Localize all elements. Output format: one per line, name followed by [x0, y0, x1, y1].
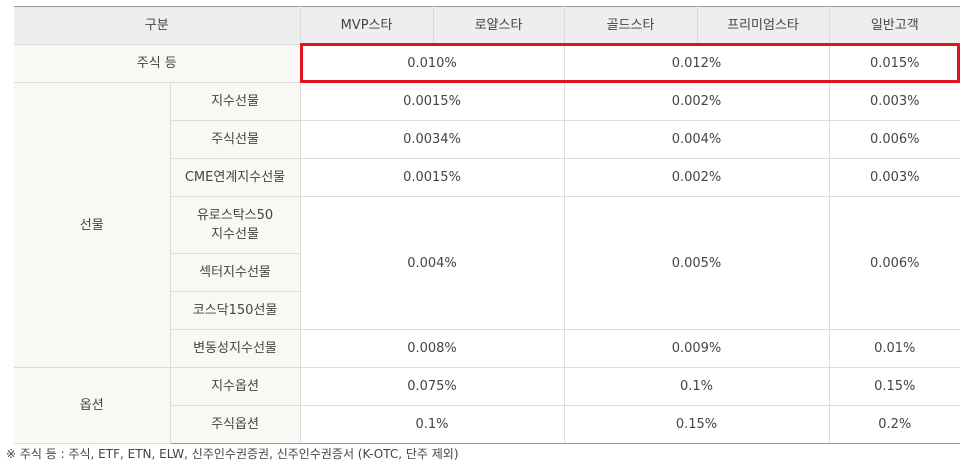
value-stock-futures-gold-premium: 0.004%	[563, 120, 830, 159]
row-label-volatility-futures: 변동성지수선물	[169, 329, 301, 368]
value-stock-gold-premium: 0.012%	[563, 44, 830, 83]
fee-table-container: 구분 MVP스타 로얄스타 골드스타 프리미엄스타 일반고객 주식 등 0.01…	[14, 6, 961, 444]
value-merged-futures-gold-premium: 0.005%	[563, 196, 830, 330]
header-tier-premium-star: 프리미엄스타	[696, 6, 830, 45]
value-merged-futures-mvp-royal: 0.004%	[299, 196, 565, 330]
value-volatility-futures-general: 0.01%	[828, 329, 961, 368]
table-row-index-options: 옵션 지수옵션 0.075% 0.1% 0.15%	[14, 367, 961, 444]
header-tier-royal-star: 로얄스타	[432, 6, 565, 45]
value-index-options-mvp-royal: 0.075%	[299, 367, 565, 406]
value-cme-futures-mvp-royal: 0.0015%	[299, 158, 565, 197]
row-label-eurostoxx-line1: 유로스탁스50	[196, 208, 274, 223]
header-category: 구분	[14, 6, 301, 45]
value-stock-options-gold-premium: 0.15%	[563, 405, 830, 444]
row-label-sector-futures: 섹터지수선물	[169, 253, 301, 292]
value-volatility-futures-mvp-royal: 0.008%	[299, 329, 565, 368]
value-stock-general: 0.015%	[828, 44, 961, 83]
header-row: 구분 MVP스타 로얄스타 골드스타 프리미엄스타 일반고객	[14, 6, 961, 45]
value-stock-futures-general: 0.006%	[828, 120, 961, 159]
header-tier-gold-star: 골드스타	[563, 6, 698, 45]
row-label-eurostoxx-line2: 지수선물	[211, 227, 259, 242]
row-label-stock-options: 주식옵션	[169, 405, 301, 444]
group-label-futures: 선물	[14, 82, 171, 368]
footnote: ※ 주식 등 : 주식, ETF, ETN, ELW, 신주인수권증권, 신주인…	[6, 447, 459, 461]
commission-fee-table: 구분 MVP스타 로얄스타 골드스타 프리미엄스타 일반고객 주식 등 0.01…	[14, 6, 961, 444]
row-label-cme-futures: CME연계지수선물	[169, 158, 301, 197]
value-cme-futures-general: 0.003%	[828, 158, 961, 197]
group-label-options: 옵션	[14, 367, 171, 444]
value-merged-futures-general: 0.006%	[828, 196, 961, 330]
row-label-index-options: 지수옵션	[169, 367, 301, 406]
row-label-index-futures: 지수선물	[169, 82, 301, 121]
value-stock-futures-mvp-royal: 0.0034%	[299, 120, 565, 159]
value-cme-futures-gold-premium: 0.002%	[563, 158, 830, 197]
value-stock-mvp-royal: 0.010%	[299, 44, 565, 83]
value-index-options-general: 0.15%	[828, 367, 961, 406]
value-index-futures-mvp-royal: 0.0015%	[299, 82, 565, 121]
value-index-options-gold-premium: 0.1%	[563, 367, 830, 406]
table-row-stock: 주식 등 0.010% 0.012% 0.015%	[14, 44, 961, 83]
value-volatility-futures-gold-premium: 0.009%	[563, 329, 830, 368]
header-tier-mvp-star: MVP스타	[299, 6, 434, 45]
value-stock-options-general: 0.2%	[828, 405, 961, 444]
header-tier-general: 일반고객	[828, 6, 961, 45]
value-index-futures-general: 0.003%	[828, 82, 961, 121]
table-row-index-futures: 선물 지수선물 0.0015% 0.002% 0.003%	[14, 82, 961, 368]
value-index-futures-gold-premium: 0.002%	[563, 82, 830, 121]
row-label-stock: 주식 등	[14, 44, 301, 83]
value-stock-options-mvp-royal: 0.1%	[299, 405, 565, 444]
row-label-eurostoxx-futures: 유로스탁스50 지수선물	[169, 196, 301, 254]
row-label-stock-futures: 주식선물	[169, 120, 301, 159]
row-label-kosdaq150-futures: 코스닥150선물	[169, 291, 301, 330]
